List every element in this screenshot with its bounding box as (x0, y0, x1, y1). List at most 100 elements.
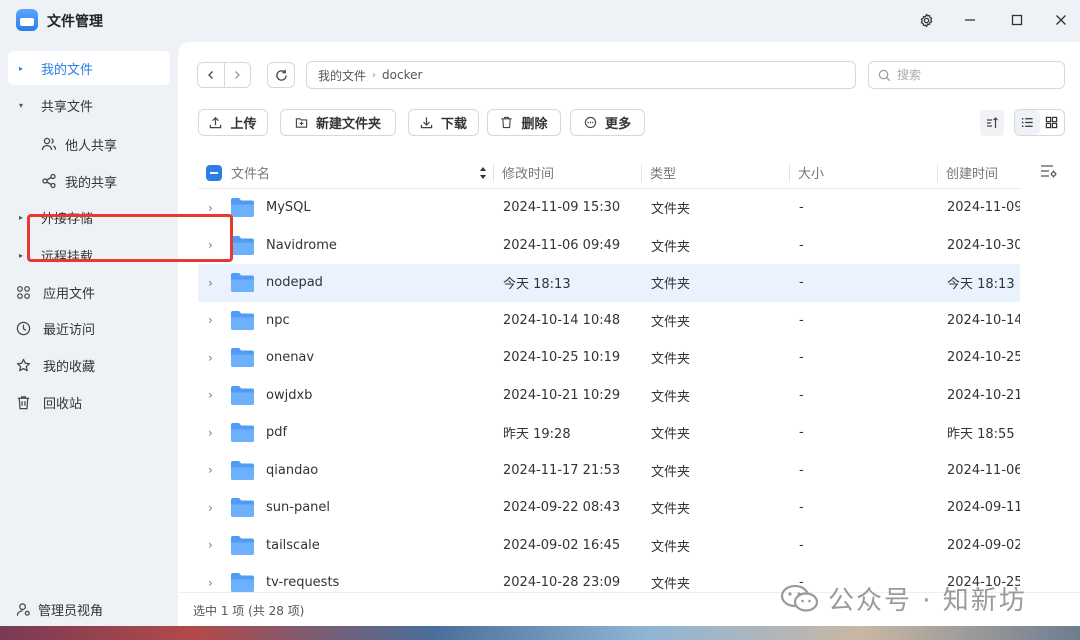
share-icon (38, 173, 60, 189)
file-manager-window: 文件管理 ▸ 我的文件 ▾ 共享文件 他人共享 我的共享 ▸ 外接存储 ▸ 远程… (0, 0, 1080, 628)
forward-button[interactable] (223, 63, 251, 87)
refresh-button[interactable] (267, 62, 295, 88)
table-row[interactable]: › owjdxb 2024-10-21 10:29 文件夹 - 2024-10-21 (198, 377, 1020, 415)
selection-status: 选中 1 项 (共 28 项) (193, 604, 305, 618)
list-view-button[interactable] (1015, 110, 1040, 135)
file-size: - (799, 350, 804, 366)
file-name: onenav (266, 350, 315, 366)
expand-chevron-icon[interactable]: › (208, 276, 213, 290)
column-header-name[interactable]: 文件名 (231, 156, 270, 189)
breadcrumb[interactable]: 我的文件 › docker (306, 61, 856, 89)
modified-time: 2024-09-22 08:43 (503, 500, 621, 516)
expand-chevron-icon[interactable]: › (208, 238, 213, 252)
sidebar-item-app-files[interactable]: 应用文件 (8, 275, 170, 309)
table-row[interactable]: › nodepad 今天 18:13 文件夹 - 今天 18:13 (198, 264, 1020, 302)
star-icon (12, 358, 34, 373)
gear-icon[interactable] (914, 8, 938, 32)
file-size: - (799, 275, 804, 291)
file-type: 文件夹 (651, 239, 691, 255)
title-bar: 文件管理 (0, 0, 1080, 40)
breadcrumb-current[interactable]: docker (382, 68, 422, 82)
file-size: - (799, 462, 804, 478)
search-box[interactable] (868, 61, 1065, 89)
breadcrumb-root[interactable]: 我的文件 (318, 67, 366, 84)
new-folder-button[interactable]: 新建文件夹 (280, 109, 396, 136)
expand-chevron-icon[interactable]: › (208, 201, 213, 215)
sidebar-item-shared-by-others[interactable]: 他人共享 (8, 127, 170, 161)
expand-chevron-icon[interactable]: › (208, 426, 213, 440)
column-header-mtime[interactable]: 修改时间 (502, 156, 554, 189)
admin-view-toggle[interactable]: 管理员视角 (8, 596, 170, 622)
column-divider[interactable] (641, 164, 642, 182)
file-size: - (799, 500, 804, 516)
close-icon[interactable] (1049, 8, 1073, 32)
desktop-wallpaper (0, 626, 1080, 640)
expand-chevron-icon[interactable]: › (208, 463, 213, 477)
table-row[interactable]: › npc 2024-10-14 10:48 文件夹 - 2024-10-14 (198, 302, 1020, 340)
table-row[interactable]: › qiandao 2024-11-17 21:53 文件夹 - 2024-11-06 (198, 452, 1020, 490)
minimize-icon[interactable] (958, 8, 982, 32)
wechat-logo-icon (780, 584, 820, 614)
expand-chevron-icon[interactable]: › (208, 351, 213, 365)
column-header-size[interactable]: 大小 (798, 156, 824, 189)
back-button[interactable] (198, 63, 224, 87)
sidebar-item-external-storage[interactable]: ▸ 外接存储 (8, 200, 170, 234)
file-size: - (799, 387, 804, 403)
modified-time: 2024-10-21 10:29 (503, 387, 621, 403)
select-all-checkbox[interactable] (206, 156, 222, 189)
more-button[interactable]: 更多 (570, 109, 645, 136)
sidebar-item-my-files[interactable]: ▸ 我的文件 (8, 51, 170, 85)
expand-chevron-icon[interactable]: › (208, 388, 213, 402)
file-name: tv-requests (266, 575, 340, 591)
watermark-text: 公众号 · 知新坊 (828, 586, 1027, 616)
download-label: 下载 (440, 117, 467, 132)
table-row[interactable]: › tailscale 2024-09-02 16:45 文件夹 - 2024-09-02 (198, 527, 1020, 565)
created-time: 昨天 18:55 (947, 427, 1015, 443)
file-size: - (799, 537, 804, 553)
table-row[interactable]: › Navidrome 2024-11-06 09:49 文件夹 - 2024-10-30 (198, 227, 1020, 265)
sidebar-item-label: 我的收藏 (43, 359, 96, 375)
sidebar-item-recent[interactable]: 最近访问 (8, 311, 170, 345)
column-divider[interactable] (789, 164, 790, 182)
column-settings-icon[interactable] (1040, 163, 1058, 183)
download-button[interactable]: 下载 (408, 109, 479, 136)
main-panel: 我的文件 › docker 上传 新建文件夹 下载 (178, 42, 1080, 628)
checkbox-partial-icon[interactable] (206, 164, 222, 181)
search-input[interactable] (897, 68, 1057, 82)
table-row[interactable]: › pdf 昨天 19:28 文件夹 - 昨天 18:55 (198, 414, 1020, 452)
upload-button[interactable]: 上传 (198, 109, 268, 136)
maximize-icon[interactable] (1005, 8, 1029, 32)
expand-chevron-icon[interactable]: › (208, 501, 213, 515)
column-header-ctime[interactable]: 创建时间 (946, 156, 998, 189)
table-row[interactable]: › onenav 2024-10-25 10:19 文件夹 - 2024-10-25 (198, 339, 1020, 377)
file-name: owjdxb (266, 387, 313, 403)
expand-chevron-icon[interactable]: › (208, 538, 213, 552)
history-nav (197, 62, 251, 88)
sidebar-item-label: 我的文件 (41, 62, 94, 78)
list-icon (1021, 117, 1033, 128)
folder-icon (230, 235, 255, 256)
created-time: 2024-11-06 (947, 462, 1020, 478)
table-row[interactable]: › sun-panel 2024-09-22 08:43 文件夹 - 2024-09-11 (198, 489, 1020, 527)
expand-chevron-icon[interactable]: › (208, 313, 213, 327)
sort-arrows-icon[interactable] (479, 156, 487, 189)
column-divider[interactable] (493, 164, 494, 182)
sidebar-item-recycle-bin[interactable]: 回收站 (8, 385, 170, 419)
grid-view-button[interactable] (1040, 110, 1065, 135)
column-divider[interactable] (937, 164, 938, 182)
sort-button[interactable] (980, 110, 1004, 136)
sidebar-item-shared-files[interactable]: ▾ 共享文件 (8, 88, 170, 122)
sidebar-item-remote-mount[interactable]: ▸ 远程挂载 (8, 238, 170, 272)
caret-right-icon: ▸ (18, 212, 23, 222)
table-row[interactable]: › MySQL 2024-11-09 15:30 文件夹 - 2024-11-09 (198, 189, 1020, 227)
modified-time: 2024-10-14 10:48 (503, 312, 621, 328)
delete-button[interactable]: 删除 (487, 109, 561, 136)
expand-chevron-icon[interactable]: › (208, 576, 213, 590)
sidebar-item-label: 共享文件 (41, 99, 94, 115)
users-icon (38, 136, 60, 152)
modified-time: 2024-11-09 15:30 (503, 200, 621, 216)
sidebar-item-my-shares[interactable]: 我的共享 (8, 164, 170, 198)
column-header-type[interactable]: 类型 (650, 156, 676, 189)
sidebar-item-favorites[interactable]: 我的收藏 (8, 348, 170, 382)
clock-icon (12, 321, 34, 336)
